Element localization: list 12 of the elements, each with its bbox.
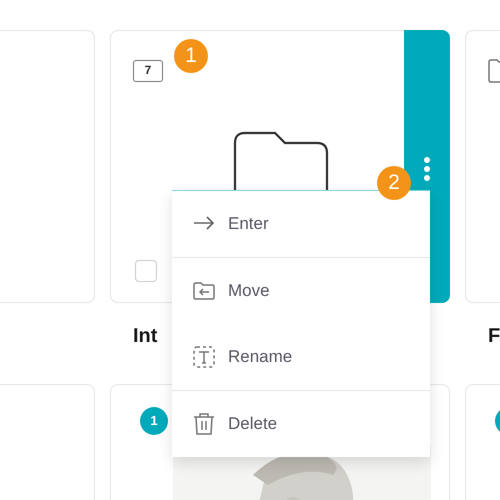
item-count: 7 — [133, 60, 163, 82]
text-cursor-icon — [192, 346, 216, 368]
menu-item[interactable]: Rename — [172, 324, 430, 390]
folder-title: F — [487, 324, 500, 349]
folder-title: Int — [132, 324, 158, 349]
menu-item[interactable]: Move — [172, 258, 430, 324]
step-marker: 1 — [174, 39, 208, 73]
trash-icon — [192, 413, 216, 435]
menu-item[interactable]: Delete — [172, 391, 430, 457]
checkbox[interactable] — [135, 260, 157, 282]
count-badge: 1 — [140, 407, 168, 435]
folder-arrow-icon — [192, 280, 216, 302]
